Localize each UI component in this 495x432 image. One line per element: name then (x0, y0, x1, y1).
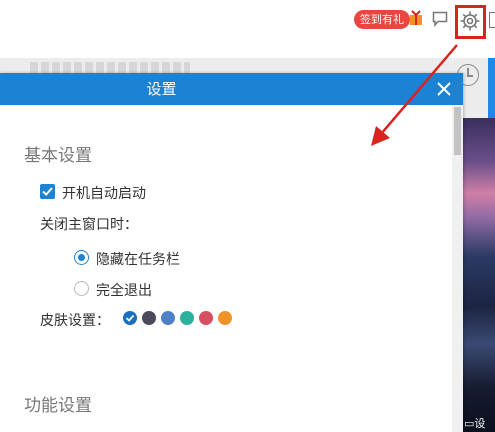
dialog-title: 设置 (146, 80, 177, 98)
exit-completely-label[interactable]: 完全退出 (96, 280, 152, 300)
exit-completely-radio[interactable] (74, 281, 89, 296)
function-settings-title: 功能设置 (24, 396, 92, 416)
monitor-icon: ▭ (464, 417, 475, 430)
hide-to-taskbar-radio[interactable] (74, 250, 89, 265)
skin-swatch-4[interactable] (180, 311, 194, 325)
signin-reward-button[interactable]: 签到有礼 (354, 10, 410, 29)
skin-swatch-6[interactable] (218, 311, 232, 325)
gear-icon[interactable] (459, 10, 481, 32)
scrollbar-thumb[interactable] (454, 107, 461, 155)
skin-swatch-1[interactable] (123, 311, 137, 325)
skin-swatch-5[interactable] (199, 311, 213, 325)
skin-settings-label: 皮肤设置： (40, 313, 110, 329)
basic-settings-title: 基本设置 (24, 146, 92, 166)
close-main-window-label: 关闭主窗口时： (40, 217, 138, 233)
skin-swatch-3[interactable] (161, 311, 175, 325)
autostart-checkbox[interactable] (40, 184, 55, 199)
photo-caption-label: 设 (474, 417, 486, 430)
background-accent-strip (488, 58, 495, 118)
autostart-label[interactable]: 开机自动启动 (62, 183, 146, 203)
gift-icon[interactable] (409, 10, 423, 26)
skin-swatch-2[interactable] (142, 311, 156, 325)
dialog-header: 设置 (0, 73, 463, 105)
dialog-scrollbar[interactable] (452, 105, 463, 432)
close-icon[interactable] (436, 81, 452, 97)
window-edge-icon (489, 12, 495, 28)
top-toolbar: 签到有礼 (0, 0, 495, 46)
photo-caption[interactable]: ▭设 (462, 415, 495, 432)
background-photo (462, 118, 495, 432)
settings-dialog: 设置 基本设置 开机自动启动 关闭主窗口时： 隐藏在任务栏 完全退出 皮肤设置：… (0, 73, 463, 432)
chat-icon[interactable] (432, 11, 448, 27)
hide-to-taskbar-label[interactable]: 隐藏在任务栏 (96, 249, 180, 269)
